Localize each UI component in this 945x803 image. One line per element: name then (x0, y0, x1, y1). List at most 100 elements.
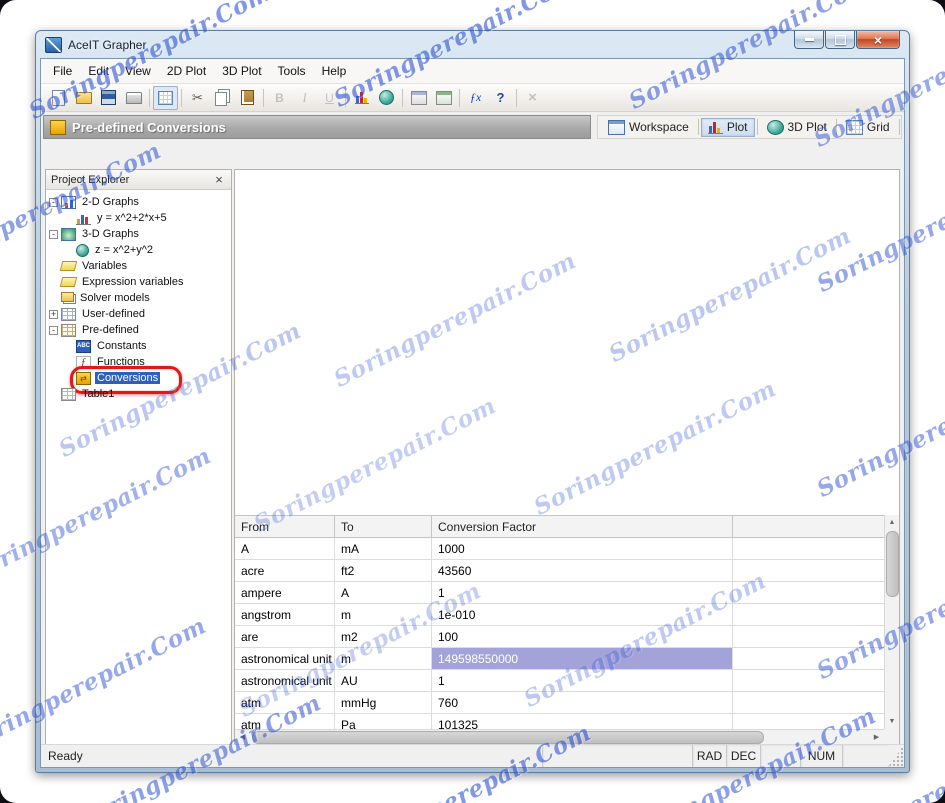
paste-button[interactable] (235, 86, 260, 110)
cut-button[interactable] (185, 86, 210, 110)
tree-expand-icon[interactable]: + (49, 309, 58, 319)
column-header-from[interactable]: From (235, 516, 335, 537)
tree-item-y-x-2-2-x-5[interactable]: y = x^2+2*x+5 (46, 210, 231, 226)
save-button[interactable] (96, 86, 121, 110)
view-button-all[interactable]: All (902, 118, 904, 137)
table-cell[interactable]: astronomical unit (235, 670, 335, 691)
underline-button[interactable] (317, 86, 342, 110)
tree-collapse-icon[interactable]: - (49, 229, 58, 239)
table-cell-blank[interactable] (733, 714, 884, 729)
menu-item-tools[interactable]: Tools (270, 61, 314, 81)
table-cell-blank[interactable] (733, 692, 884, 713)
view-button-workspace[interactable]: Workspace (601, 118, 696, 137)
tree-item-solver-models[interactable]: Solver models (46, 290, 231, 306)
table-cell[interactable]: m (335, 604, 432, 625)
close-button[interactable]: × (856, 31, 900, 49)
tree-collapse-icon[interactable]: - (49, 197, 58, 207)
plot-frame-button[interactable] (406, 86, 431, 110)
maximize-button[interactable] (825, 31, 855, 49)
tree-item-pre-defined[interactable]: - Pre-defined (46, 322, 231, 338)
table-cell-blank[interactable] (733, 626, 884, 647)
menu-item-file[interactable]: File (45, 61, 80, 81)
bar-chart-button[interactable] (349, 86, 374, 110)
scroll-left-icon[interactable]: ◀ (235, 730, 250, 745)
table-cell[interactable]: m (335, 648, 432, 669)
table-cell[interactable]: m2 (335, 626, 432, 647)
table-cell-blank[interactable] (733, 582, 884, 603)
column-header-to[interactable]: To (335, 516, 432, 537)
table-cell[interactable]: mmHg (335, 692, 432, 713)
vertical-scroll-thumb[interactable] (885, 531, 899, 597)
table-cell[interactable]: mA (335, 538, 432, 559)
table-cell[interactable]: 760 (432, 692, 733, 713)
table-cell-blank[interactable] (733, 648, 884, 669)
table-cell[interactable]: atm (235, 692, 335, 713)
vertical-scrollbar[interactable]: ▲ ▼ (884, 515, 899, 729)
table-cell[interactable]: A (335, 582, 432, 603)
table-cell[interactable]: 43560 (432, 560, 733, 581)
tree-item-3-d-graphs[interactable]: - 3-D Graphs (46, 226, 231, 242)
menu-item-edit[interactable]: Edit (80, 61, 117, 81)
menu-item-view[interactable]: View (117, 61, 159, 81)
tree-item-constants[interactable]: Constants (46, 338, 231, 354)
column-header-conversion-factor[interactable]: Conversion Factor (432, 516, 733, 537)
scroll-right-icon[interactable]: ▶ (869, 730, 884, 745)
view-button-grid[interactable]: Grid (839, 118, 897, 137)
tree-item-variables[interactable]: Variables (46, 258, 231, 274)
help-button[interactable] (488, 86, 513, 110)
table-cell-blank[interactable] (733, 538, 884, 559)
table-cell[interactable]: 1e-010 (432, 604, 733, 625)
menu-item-help[interactable]: Help (314, 61, 355, 81)
tree-collapse-icon[interactable]: - (49, 325, 58, 335)
tree-item-table1[interactable]: Table1 (46, 386, 231, 402)
tree-item-conversions[interactable]: Conversions (46, 366, 231, 394)
tree-item-z-x-2-y-2[interactable]: z = x^2+y^2 (46, 242, 231, 258)
plot-export-button[interactable] (431, 86, 456, 110)
table-cell[interactable]: ft2 (335, 560, 432, 581)
table-cell[interactable]: angstrom (235, 604, 335, 625)
scroll-down-icon[interactable]: ▼ (885, 714, 900, 729)
table-cell[interactable]: 1 (432, 670, 733, 691)
open-folder-button[interactable] (71, 86, 96, 110)
table-cell[interactable]: acre (235, 560, 335, 581)
table-cell[interactable]: 1 (432, 582, 733, 603)
table-cell-blank[interactable] (733, 560, 884, 581)
panel-close-icon[interactable]: × (212, 173, 226, 186)
new-document-button[interactable] (46, 86, 71, 110)
table-cell-blank[interactable] (733, 670, 884, 691)
copy-button[interactable] (210, 86, 235, 110)
tree-item-2-d-graphs[interactable]: - 2-D Graphs (46, 194, 231, 210)
table-cell[interactable]: AU (335, 670, 432, 691)
horizontal-scrollbar[interactable]: ◀ ▶ (235, 729, 884, 744)
table-cell[interactable]: astronomical unit (235, 648, 335, 669)
delete-button[interactable] (520, 86, 545, 110)
table-cell[interactable]: A (235, 538, 335, 559)
titlebar[interactable]: AceIT Grapher × (36, 31, 909, 58)
table-cell[interactable]: atm (235, 714, 335, 729)
menu-item-3d-plot[interactable]: 3D Plot (214, 61, 269, 81)
table-cell-blank[interactable] (733, 604, 884, 625)
minimize-button[interactable] (794, 31, 824, 49)
tree-item-user-defined[interactable]: + User-defined (46, 306, 231, 322)
globe-chart-button[interactable] (374, 86, 399, 110)
table-cell[interactable]: ampere (235, 582, 335, 603)
table-cell[interactable]: are (235, 626, 335, 647)
horizontal-scroll-thumb[interactable] (252, 730, 764, 744)
scroll-up-icon[interactable]: ▲ (885, 515, 900, 530)
tree-item-functions[interactable]: Functions (46, 354, 231, 370)
function-fx-button[interactable] (463, 86, 488, 110)
table-cell[interactable]: 100 (432, 626, 733, 647)
bold-button[interactable] (267, 86, 292, 110)
view-button-plot[interactable]: Plot (700, 117, 755, 137)
datasheet-button[interactable] (153, 85, 178, 110)
table-cell[interactable]: Pa (335, 714, 432, 729)
tree-item-expression-variables[interactable]: Expression variables (46, 274, 231, 290)
print-button[interactable] (121, 86, 146, 110)
menu-item-2d-plot[interactable]: 2D Plot (159, 61, 214, 81)
italic-button[interactable] (292, 86, 317, 110)
view-button-3d-plot[interactable]: 3D Plot (760, 118, 834, 137)
table-cell[interactable]: 1000 (432, 538, 733, 559)
table-cell[interactable]: 101325 (432, 714, 733, 729)
table-cell[interactable]: 149598550000 (432, 648, 733, 669)
resize-grip[interactable] (888, 745, 904, 767)
